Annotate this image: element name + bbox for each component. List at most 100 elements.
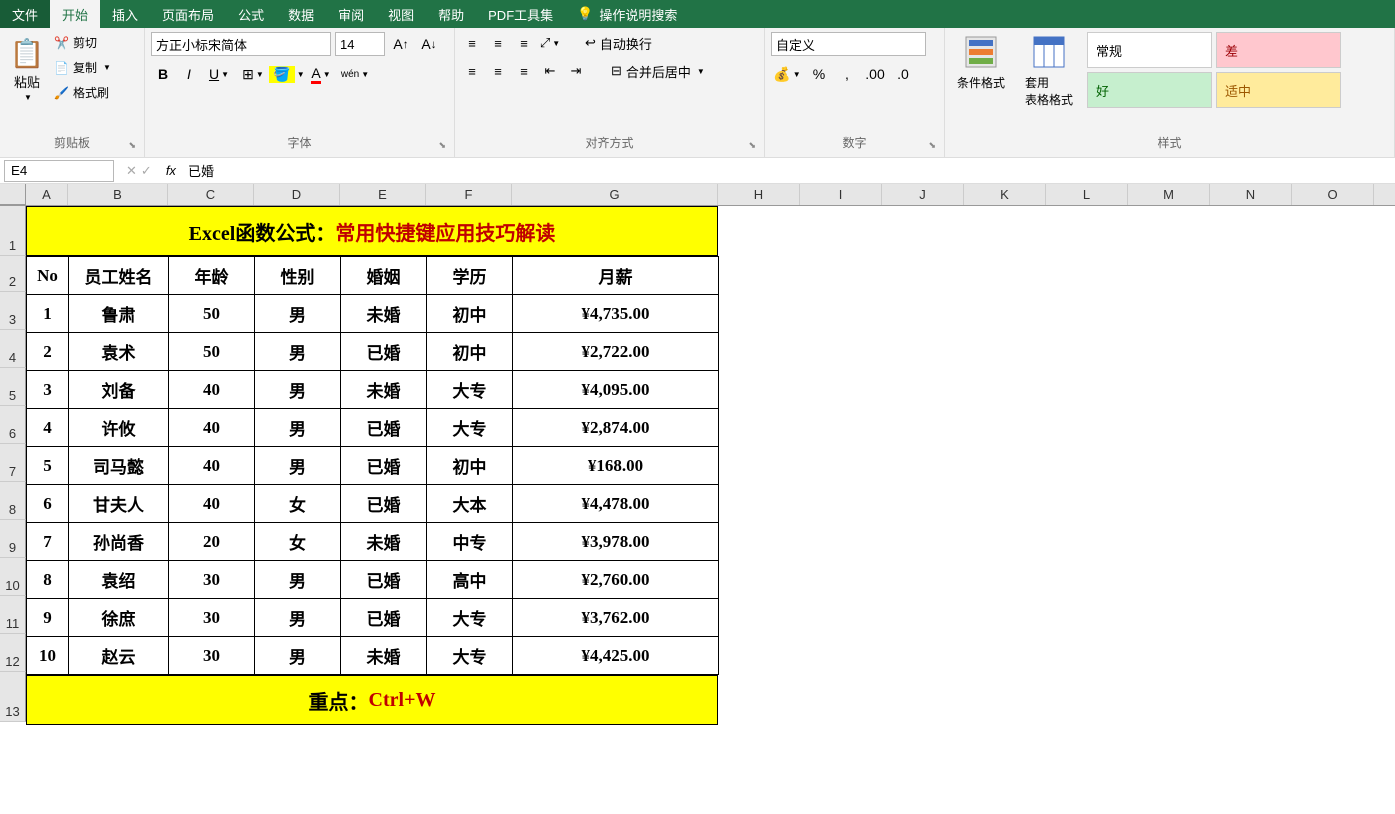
menu-file[interactable]: 文件 bbox=[0, 0, 50, 28]
table-cell[interactable]: 大专 bbox=[427, 409, 513, 447]
table-cell[interactable]: 男 bbox=[255, 295, 341, 333]
table-cell[interactable]: 已婚 bbox=[341, 485, 427, 523]
row-header[interactable]: 1 bbox=[0, 206, 26, 256]
cells-area[interactable]: Excel函数公式：常用快捷键应用技巧解读No员工姓名年龄性别婚姻学历月薪1鲁肃… bbox=[26, 206, 719, 725]
table-cell[interactable]: 40 bbox=[169, 447, 255, 485]
column-header[interactable]: A bbox=[26, 184, 68, 205]
menu-insert[interactable]: 插入 bbox=[100, 0, 150, 28]
number-format-select[interactable] bbox=[771, 32, 926, 56]
expand-icon[interactable]: ⬊ bbox=[748, 140, 756, 151]
style-neutral[interactable]: 适中 bbox=[1216, 72, 1341, 108]
indent-decrease-button[interactable]: ⇤ bbox=[539, 60, 561, 82]
font-size-select[interactable] bbox=[335, 32, 385, 56]
paste-button[interactable]: 📋 粘贴 ▼ bbox=[6, 32, 48, 122]
column-header[interactable]: C bbox=[168, 184, 254, 205]
menu-layout[interactable]: 页面布局 bbox=[150, 0, 226, 28]
font-color-button[interactable]: A▼ bbox=[305, 62, 337, 86]
table-cell[interactable]: 50 bbox=[169, 295, 255, 333]
table-cell[interactable]: 大专 bbox=[427, 371, 513, 409]
style-good[interactable]: 好 bbox=[1087, 72, 1212, 108]
table-cell[interactable]: ¥4,735.00 bbox=[513, 295, 719, 333]
table-cell[interactable]: 女 bbox=[255, 523, 341, 561]
table-cell[interactable]: 5 bbox=[27, 447, 69, 485]
table-cell[interactable]: 30 bbox=[169, 599, 255, 637]
orientation-button[interactable]: ⤢▼ bbox=[539, 32, 561, 54]
row-header[interactable]: 8 bbox=[0, 482, 26, 520]
table-cell[interactable]: ¥4,478.00 bbox=[513, 485, 719, 523]
table-header-cell[interactable]: 年龄 bbox=[169, 257, 255, 295]
column-header[interactable]: H bbox=[718, 184, 800, 205]
table-cell[interactable]: 大本 bbox=[427, 485, 513, 523]
table-cell[interactable]: 大专 bbox=[427, 599, 513, 637]
merge-button[interactable]: ⊟ 合并后居中 ▼ bbox=[611, 62, 705, 81]
row-header[interactable]: 12 bbox=[0, 634, 26, 672]
underline-button[interactable]: U▼ bbox=[203, 62, 235, 86]
menu-help[interactable]: 帮助 bbox=[426, 0, 476, 28]
table-cell[interactable]: 已婚 bbox=[341, 447, 427, 485]
table-header-cell[interactable]: 婚姻 bbox=[341, 257, 427, 295]
table-cell[interactable]: 3 bbox=[27, 371, 69, 409]
table-cell[interactable]: 袁绍 bbox=[69, 561, 169, 599]
table-cell[interactable]: 7 bbox=[27, 523, 69, 561]
table-cell[interactable]: 男 bbox=[255, 409, 341, 447]
table-cell[interactable]: ¥4,095.00 bbox=[513, 371, 719, 409]
row-header[interactable]: 6 bbox=[0, 406, 26, 444]
table-cell[interactable]: 50 bbox=[169, 333, 255, 371]
decrease-font-button[interactable]: A↓ bbox=[417, 32, 441, 56]
menu-pdf[interactable]: PDF工具集 bbox=[476, 0, 565, 28]
search-help[interactable]: 💡 操作说明搜索 bbox=[577, 5, 677, 24]
column-header[interactable]: N bbox=[1210, 184, 1292, 205]
table-cell[interactable]: 40 bbox=[169, 371, 255, 409]
align-center-button[interactable]: ≡ bbox=[487, 60, 509, 82]
row-header[interactable]: 5 bbox=[0, 368, 26, 406]
align-bottom-button[interactable]: ≡ bbox=[513, 32, 535, 54]
table-header-cell[interactable]: 员工姓名 bbox=[69, 257, 169, 295]
column-header[interactable]: O bbox=[1292, 184, 1374, 205]
italic-button[interactable]: I bbox=[177, 62, 201, 86]
formula-input[interactable] bbox=[182, 160, 1395, 182]
table-cell[interactable]: ¥168.00 bbox=[513, 447, 719, 485]
table-cell[interactable]: 已婚 bbox=[341, 561, 427, 599]
percent-button[interactable]: % bbox=[807, 62, 831, 86]
cell-name-box[interactable] bbox=[4, 160, 114, 182]
column-header[interactable]: G bbox=[512, 184, 718, 205]
fill-color-button[interactable]: 🪣▼ bbox=[271, 62, 303, 86]
table-cell[interactable]: 男 bbox=[255, 447, 341, 485]
align-right-button[interactable]: ≡ bbox=[513, 60, 535, 82]
table-cell[interactable]: 已婚 bbox=[341, 599, 427, 637]
comma-button[interactable]: , bbox=[835, 62, 859, 86]
row-header[interactable]: 9 bbox=[0, 520, 26, 558]
table-cell[interactable]: 大专 bbox=[427, 637, 513, 675]
table-cell[interactable]: 男 bbox=[255, 333, 341, 371]
expand-icon[interactable]: ⬊ bbox=[438, 140, 446, 151]
currency-button[interactable]: 💰▼ bbox=[771, 62, 803, 86]
table-cell[interactable]: 高中 bbox=[427, 561, 513, 599]
table-cell[interactable]: 中专 bbox=[427, 523, 513, 561]
table-cell[interactable]: ¥4,425.00 bbox=[513, 637, 719, 675]
footer-row[interactable]: 重点：Ctrl+W bbox=[26, 675, 718, 725]
table-cell[interactable]: 10 bbox=[27, 637, 69, 675]
style-bad[interactable]: 差 bbox=[1216, 32, 1341, 68]
table-cell[interactable]: 未婚 bbox=[341, 371, 427, 409]
table-cell[interactable]: 30 bbox=[169, 637, 255, 675]
table-cell[interactable]: 8 bbox=[27, 561, 69, 599]
wrap-text-button[interactable]: ↩ 自动换行 bbox=[585, 34, 652, 53]
fx-icon[interactable]: fx bbox=[160, 163, 182, 178]
row-header[interactable]: 13 bbox=[0, 672, 26, 722]
accept-formula-icon[interactable]: ✓ bbox=[141, 163, 152, 179]
column-header[interactable]: D bbox=[254, 184, 340, 205]
table-cell[interactable]: 女 bbox=[255, 485, 341, 523]
table-cell[interactable]: 初中 bbox=[427, 295, 513, 333]
copy-button[interactable]: 📄 复制 ▼ bbox=[52, 57, 113, 78]
column-header[interactable]: K bbox=[964, 184, 1046, 205]
column-header[interactable]: F bbox=[426, 184, 512, 205]
table-cell[interactable]: 徐庶 bbox=[69, 599, 169, 637]
expand-icon[interactable]: ⬊ bbox=[128, 140, 136, 151]
table-cell[interactable]: 9 bbox=[27, 599, 69, 637]
row-header[interactable]: 4 bbox=[0, 330, 26, 368]
border-button[interactable]: ⊞▼ bbox=[237, 62, 269, 86]
menu-home[interactable]: 开始 bbox=[50, 0, 100, 28]
table-cell[interactable]: 未婚 bbox=[341, 523, 427, 561]
column-header[interactable]: E bbox=[340, 184, 426, 205]
table-cell[interactable]: ¥2,760.00 bbox=[513, 561, 719, 599]
